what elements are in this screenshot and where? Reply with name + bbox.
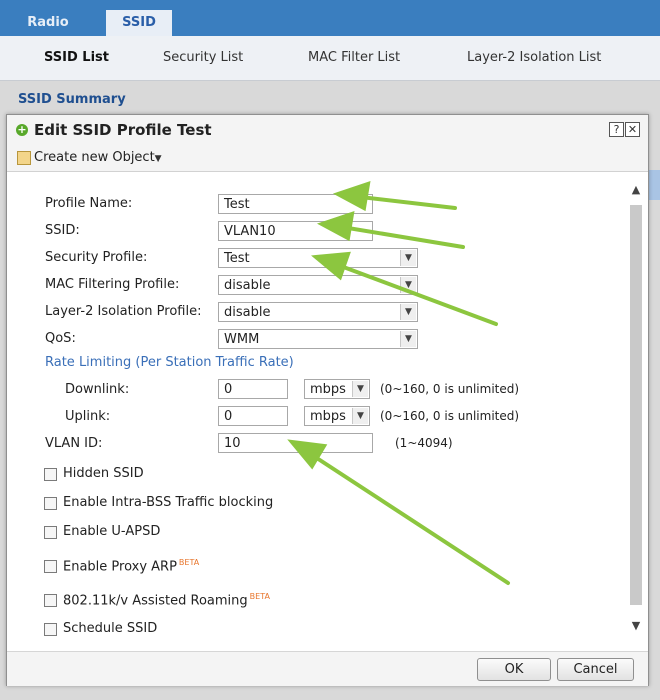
security-profile-label: Security Profile: <box>45 250 148 265</box>
scrollbar-thumb[interactable] <box>630 205 642 605</box>
assisted-roaming-text: 802.11k/v Assisted Roaming <box>63 593 248 609</box>
uplink-unit-value: mbps <box>310 409 346 424</box>
qos-label: QoS: <box>45 331 76 346</box>
chevron-down-icon: ▼ <box>400 250 416 266</box>
dialog-title: Edit SSID Profile Test <box>34 121 212 139</box>
dialog-toolbar: Create new Object▼ <box>7 145 648 172</box>
subtab-mac-filter-list[interactable]: MAC Filter List <box>308 50 400 65</box>
tab-ssid[interactable]: SSID <box>106 10 172 36</box>
scroll-up-icon[interactable]: ▲ <box>627 183 645 197</box>
help-icon[interactable]: ? <box>609 122 624 137</box>
proxy-arp-text: Enable Proxy ARP <box>63 559 177 575</box>
edit-plus-icon: + <box>16 123 28 136</box>
u-apsd-checkbox[interactable] <box>44 526 57 539</box>
chevron-down-icon: ▼ <box>400 331 416 347</box>
cancel-button[interactable]: Cancel <box>557 658 634 681</box>
uplink-unit-select[interactable]: mbps ▼ <box>304 406 370 426</box>
proxy-arp-label: Enable Proxy ARP BETA <box>63 558 199 574</box>
beta-badge: BETA <box>178 558 200 567</box>
close-icon[interactable]: ✕ <box>625 122 640 137</box>
top-tab-bar: Radio SSID <box>0 0 660 36</box>
layer2-isolation-label: Layer-2 Isolation Profile: <box>45 304 202 319</box>
create-new-object-label: Create new Object <box>34 150 155 165</box>
security-profile-select[interactable]: Test ▼ <box>218 248 418 268</box>
assisted-roaming-checkbox[interactable] <box>44 594 57 607</box>
qos-value: WMM <box>224 332 260 347</box>
subtab-security-list[interactable]: Security List <box>163 50 243 65</box>
uplink-label: Uplink: <box>65 409 111 424</box>
assisted-roaming-label: 802.11k/v Assisted Roaming BETA <box>63 592 270 608</box>
mac-filtering-label: MAC Filtering Profile: <box>45 277 180 292</box>
chevron-down-icon: ▼ <box>400 277 416 293</box>
schedule-ssid-label: Schedule SSID <box>63 621 158 636</box>
ssid-summary-title: SSID Summary <box>18 92 126 107</box>
layer2-isolation-select[interactable]: disable ▼ <box>218 302 418 322</box>
chevron-down-icon: ▼ <box>400 304 416 320</box>
downlink-unit-select[interactable]: mbps ▼ <box>304 379 370 399</box>
sub-navigation: SSID List Security List MAC Filter List … <box>0 36 660 81</box>
ssid-profile-form: Profile Name: Test SSID: VLAN10 Security… <box>15 175 628 655</box>
vlan-id-label: VLAN ID: <box>45 436 103 451</box>
ssid-label: SSID: <box>45 223 80 238</box>
downlink-hint: (0~160, 0 is unlimited) <box>380 382 520 396</box>
subtab-ssid-list[interactable]: SSID List <box>44 50 109 65</box>
downlink-unit-value: mbps <box>310 382 346 397</box>
downlink-label: Downlink: <box>65 382 130 397</box>
downlink-input[interactable]: 0 <box>218 379 288 399</box>
mac-filtering-select[interactable]: disable ▼ <box>218 275 418 295</box>
proxy-arp-checkbox[interactable] <box>44 560 57 573</box>
layer2-isolation-value: disable <box>224 305 271 320</box>
security-profile-value: Test <box>224 251 250 266</box>
create-new-object-button[interactable]: Create new Object▼ <box>34 150 162 165</box>
uplink-hint: (0~160, 0 is unlimited) <box>380 409 520 423</box>
intra-bss-label: Enable Intra-BSS Traffic blocking <box>63 495 274 510</box>
rate-limiting-heading: Rate Limiting (Per Station Traffic Rate) <box>45 355 294 370</box>
ssid-input[interactable]: VLAN10 <box>218 221 373 241</box>
chevron-down-icon: ▼ <box>154 154 162 164</box>
profile-name-input[interactable]: Test <box>218 194 373 214</box>
chevron-down-icon: ▼ <box>352 408 368 424</box>
new-object-icon <box>17 151 31 165</box>
uplink-input[interactable]: 0 <box>218 406 288 426</box>
vlan-id-input[interactable]: 10 <box>218 433 373 453</box>
dialog-footer: OK Cancel <box>7 651 648 686</box>
intra-bss-checkbox[interactable] <box>44 497 57 510</box>
tab-radio[interactable]: Radio <box>8 10 88 36</box>
subtab-layer2-isolation-list[interactable]: Layer-2 Isolation List <box>467 50 601 65</box>
scroll-down-icon[interactable]: ▼ <box>627 619 645 633</box>
edit-ssid-dialog: + Edit SSID Profile Test ? ✕ Create new … <box>6 114 649 686</box>
profile-name-label: Profile Name: <box>45 196 133 211</box>
hidden-ssid-checkbox[interactable] <box>44 468 57 481</box>
ok-button[interactable]: OK <box>477 658 551 681</box>
hidden-ssid-label: Hidden SSID <box>63 466 144 481</box>
schedule-ssid-checkbox[interactable] <box>44 623 57 636</box>
qos-select[interactable]: WMM ▼ <box>218 329 418 349</box>
chevron-down-icon: ▼ <box>352 381 368 397</box>
u-apsd-label: Enable U-APSD <box>63 524 161 539</box>
form-scrollbar[interactable]: ▲ ▼ <box>627 177 645 633</box>
vlan-id-hint: (1~4094) <box>395 436 453 450</box>
mac-filtering-value: disable <box>224 278 271 293</box>
beta-badge: BETA <box>249 592 270 601</box>
dialog-header: + Edit SSID Profile Test ? ✕ <box>7 115 648 145</box>
